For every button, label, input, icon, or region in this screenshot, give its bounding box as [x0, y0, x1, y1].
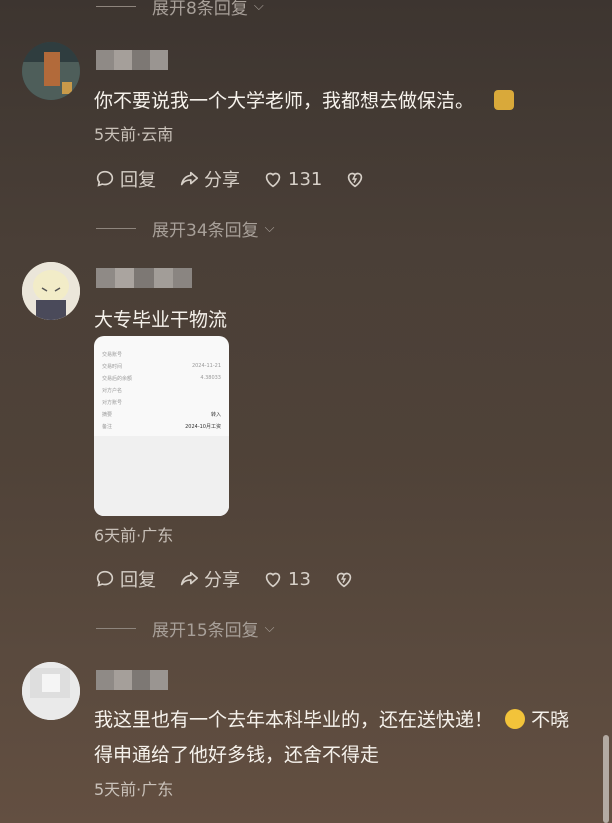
- receipt-key: 备注: [102, 423, 113, 430]
- divider: [96, 228, 136, 229]
- avatar-image: [22, 662, 80, 720]
- heart-icon: [265, 172, 281, 188]
- receipt-key: 交易时间: [102, 363, 123, 370]
- username-blurred[interactable]: [96, 268, 193, 288]
- scrollbar[interactable]: [603, 735, 609, 823]
- share-button[interactable]: 分享: [178, 166, 240, 192]
- like-button[interactable]: 13: [262, 568, 311, 590]
- receipt-row: 对方户名: [94, 384, 229, 396]
- receipt-key: 交易后的余额: [102, 375, 133, 382]
- reply-label: 回复: [120, 170, 156, 191]
- username-blurred[interactable]: [96, 670, 168, 690]
- receipt-value: 4.38033: [200, 375, 221, 381]
- divider: [96, 6, 136, 7]
- expand-replies[interactable]: 展开15条回复 ⌵: [96, 616, 275, 641]
- receipt-value: 转入: [210, 411, 221, 418]
- avatar-image: [22, 262, 80, 320]
- like-count: 131: [288, 168, 323, 190]
- reply-button[interactable]: 回复: [94, 166, 156, 192]
- dislike-icon: [336, 572, 352, 588]
- receipt-value: 2024-11-21: [191, 363, 221, 369]
- dislike-icon: [348, 172, 363, 188]
- comment-meta: 6天前·广东: [94, 526, 174, 545]
- comment-meta: 5天前·广东: [94, 780, 174, 799]
- receipt-key: 交易账号: [102, 351, 123, 358]
- avatar[interactable]: [22, 262, 80, 320]
- expand-replies[interactable]: 展开34条回复 ⌵: [96, 216, 275, 241]
- avatar[interactable]: [22, 662, 80, 720]
- avatar[interactable]: [22, 42, 80, 100]
- dislike-button[interactable]: [333, 568, 355, 590]
- reply-label: 回复: [120, 570, 156, 591]
- receipt-row: 交易后的余额 4.38033: [94, 372, 229, 384]
- chevron-down-icon: ⌵: [264, 221, 275, 236]
- reply-icon: [96, 570, 114, 587]
- username-blurred[interactable]: [96, 50, 168, 70]
- reply-button[interactable]: 回复: [94, 566, 156, 592]
- receipt-row: 备注 2024-10月工资: [94, 420, 229, 432]
- comment-text: 你不要说我一个大学老师，我都想去做保洁。: [94, 84, 594, 118]
- reply-icon: [96, 170, 114, 187]
- expand-label: 展开15条回复: [152, 621, 259, 641]
- image-blank-area: [94, 436, 229, 516]
- emoji-icon: [494, 90, 515, 110]
- like-count: 13: [288, 568, 311, 590]
- action-bar: 回复 分享 13: [94, 566, 377, 592]
- receipt-key: 对方户名: [102, 387, 123, 394]
- attached-image[interactable]: 交易账号 交易时间 2024-11-21 交易后的余额 4.38033 对方户名 对…: [94, 336, 229, 516]
- action-bar: 回复 分享 131: [94, 166, 388, 192]
- avatar-image: [22, 42, 80, 100]
- share-icon: [180, 571, 199, 586]
- comment-meta: 5天前·云南: [94, 125, 174, 144]
- comment-text: 大专毕业干物流: [94, 309, 228, 331]
- dislike-button[interactable]: [344, 168, 366, 190]
- receipt-row: 对方账号: [94, 396, 229, 408]
- chevron-down-icon: ⌵: [264, 621, 275, 636]
- receipt-key: 摘要: [102, 411, 113, 418]
- expand-replies[interactable]: 展开8条回复 ⌵: [96, 0, 264, 19]
- receipt-value: 2024-10月工资: [185, 423, 221, 430]
- share-button[interactable]: 分享: [178, 566, 240, 592]
- heart-icon: [265, 572, 281, 588]
- share-label: 分享: [204, 170, 240, 191]
- laughing-emoji-icon: [505, 709, 526, 729]
- comment-text: 我这里也有一个去年本科毕业的，还在送快递！ 不晓 得申通给了他好多钱，还舍不得走: [94, 709, 570, 766]
- like-button[interactable]: 131: [262, 168, 322, 190]
- share-label: 分享: [204, 570, 240, 591]
- receipt-row: 交易时间 2024-11-21: [94, 360, 229, 372]
- divider: [96, 628, 136, 629]
- receipt-row: 摘要 转入: [94, 408, 229, 420]
- expand-label: 展开8条回复: [152, 0, 248, 19]
- expand-label: 展开34条回复: [152, 221, 259, 241]
- share-icon: [180, 171, 199, 186]
- chevron-down-icon: ⌵: [253, 0, 264, 14]
- receipt-key: 对方账号: [102, 399, 123, 406]
- receipt-row: 交易账号: [94, 348, 229, 360]
